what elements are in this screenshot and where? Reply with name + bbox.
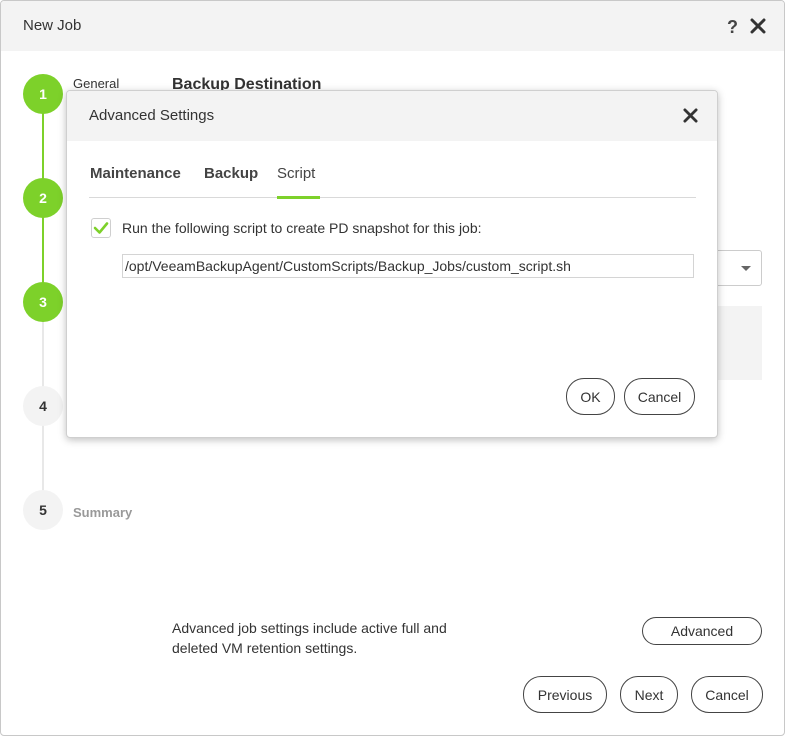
window-title: New Job — [23, 17, 82, 34]
chevron-down-icon — [741, 266, 751, 271]
step-3-circle[interactable]: 3 — [23, 282, 63, 322]
step-5-label: Summary — [73, 505, 133, 520]
dialog-title: Advanced Settings — [89, 107, 215, 124]
ok-button[interactable]: OK — [566, 378, 615, 415]
step-2-circle[interactable]: 2 — [23, 178, 63, 218]
step-4-circle: 4 — [23, 386, 63, 426]
dialog-cancel-button[interactable]: Cancel — [624, 378, 695, 415]
tab-script-label: Script — [277, 165, 316, 182]
window-titlebar: New Job ? — [1, 1, 784, 51]
step-1-label[interactable]: General — [73, 76, 119, 91]
advanced-description: Advanced job settings include active ful… — [172, 620, 447, 656]
run-script-checkbox[interactable] — [91, 218, 111, 238]
cancel-button[interactable]: Cancel — [691, 676, 763, 713]
step-connector — [42, 321, 44, 387]
tab-script[interactable]: Script — [277, 165, 320, 199]
tab-maintenance[interactable]: Maintenance — [90, 165, 181, 198]
dialog-tabs: Maintenance Backup Script — [89, 165, 696, 199]
active-tab-indicator — [277, 196, 320, 199]
step-connector — [42, 425, 44, 491]
advanced-settings-dialog: Advanced Settings Maintenance Backup Scr… — [66, 90, 718, 438]
close-icon[interactable] — [750, 18, 766, 34]
step-5-circle: 5 — [23, 490, 63, 530]
step-1-circle[interactable]: 1 — [23, 74, 63, 114]
dialog-header: Advanced Settings — [67, 91, 717, 141]
previous-button[interactable]: Previous — [523, 676, 607, 713]
step-connector — [42, 217, 44, 283]
next-button[interactable]: Next — [620, 676, 678, 713]
help-button[interactable]: ? — [727, 17, 738, 38]
step-connector — [42, 113, 44, 179]
close-icon[interactable] — [683, 108, 698, 123]
tab-backup[interactable]: Backup — [204, 165, 258, 198]
run-script-label: Run the following script to create PD sn… — [122, 220, 482, 236]
script-path-input[interactable] — [122, 254, 694, 278]
checkmark-icon — [93, 222, 109, 234]
advanced-button[interactable]: Advanced — [642, 617, 762, 645]
